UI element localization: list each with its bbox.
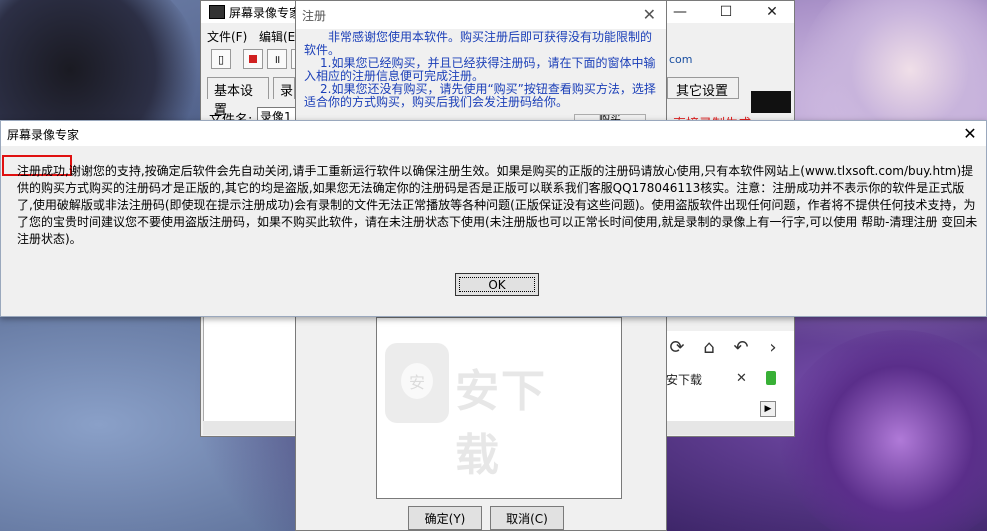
ok-focus-rect xyxy=(459,277,535,292)
watermark-shield-inner: 安 xyxy=(401,363,433,399)
message-title: 屏幕录像专家 xyxy=(7,128,80,142)
url-fragment: com xyxy=(669,53,693,66)
message-body: 注册成功,谢谢您的支持,按确定后软件会先自动关闭,请手工重新运行软件以确保注册生… xyxy=(17,164,978,246)
maximize-button[interactable]: ☐ xyxy=(703,1,749,23)
new-file-icon[interactable]: ▯ xyxy=(211,49,231,69)
watermark-shield-icon: 安 xyxy=(385,343,449,423)
browser-tab-close-icon[interactable]: ✕ xyxy=(736,371,747,386)
message-titlebar: 屏幕录像专家 ✕ xyxy=(1,121,986,146)
app-icon xyxy=(209,5,225,19)
intro-line-2: 1.如果您已经购买，并且已经获得注册码，请在下面的窗体中输入相应的注册信息便可完… xyxy=(304,56,656,83)
undo-icon[interactable]: ↶ xyxy=(730,337,752,358)
success-message-box: 屏幕录像专家 ✕ 安 安下载 注册成功,谢谢您的支持,按确定后软件会先自动关闭,… xyxy=(0,120,987,481)
menu-file[interactable]: 文件(F) xyxy=(207,28,247,45)
record-icon[interactable] xyxy=(243,49,263,69)
register-close-icon[interactable]: ✕ xyxy=(643,5,656,24)
refresh-icon[interactable]: ⟳ xyxy=(666,337,688,358)
pause-icon[interactable]: ॥ xyxy=(267,49,287,69)
browser-extension-icon[interactable] xyxy=(766,371,776,385)
confirm-button[interactable]: 确定(Y) xyxy=(408,506,482,530)
embedded-browser: ⟳ ⌂ ↶ › 安下载 ✕ ▶ xyxy=(661,331,794,421)
intro-line-3: 2.如果您还没有购买，请先使用“购买”按钮查看购买方法，选择适合你的方式购买，购… xyxy=(304,82,656,109)
browser-tab-label[interactable]: 安下载 xyxy=(666,371,702,388)
home-icon[interactable]: ⌂ xyxy=(698,337,720,358)
message-close-icon[interactable]: ✕ xyxy=(960,123,980,143)
app-title: 屏幕录像专家 xyxy=(229,6,302,20)
overflow-icon[interactable]: › xyxy=(762,337,784,358)
intro-line-1: 非常感谢您使用本软件。购买注册后即可获得没有功能限制的软件。 xyxy=(304,30,653,57)
register-intro: 非常感谢您使用本软件。购买注册后即可获得没有功能限制的软件。 1.如果您已经购买… xyxy=(304,31,660,109)
close-button[interactable]: ✕ xyxy=(749,1,795,23)
watermark-text: 安下载 xyxy=(455,366,547,481)
menu-edit[interactable]: 编辑(E) xyxy=(259,28,300,45)
register-titlebar: 注册 ✕ xyxy=(296,1,666,29)
ok-button[interactable]: OK xyxy=(455,273,539,296)
watermark: 安 安下载 xyxy=(385,343,591,481)
scroll-right-icon[interactable]: ▶ xyxy=(760,401,776,417)
wallpaper-figure-bottom-right xyxy=(780,330,987,531)
watermark-shield-glyph: 安 xyxy=(408,373,425,392)
cancel-button[interactable]: 取消(C) xyxy=(490,506,564,530)
tab-basic-settings[interactable]: 基本设置 xyxy=(207,77,269,118)
file-list[interactable] xyxy=(203,316,300,423)
register-title: 注册 xyxy=(302,9,327,23)
tab-record[interactable]: 录 xyxy=(273,77,295,99)
tab-other-settings[interactable]: 其它设置 xyxy=(667,77,739,99)
